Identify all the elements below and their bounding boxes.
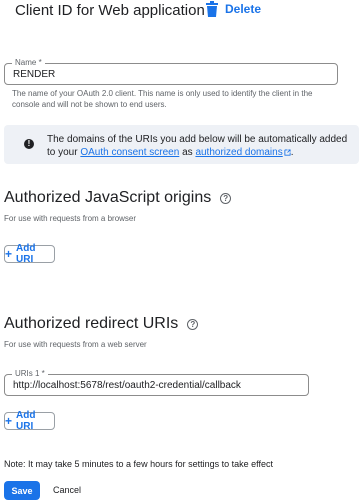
authorized-domains-link-label: authorized domains: [195, 147, 283, 158]
info-banner: ! The domains of the URIs you add below …: [4, 125, 359, 164]
info-text: The domains of the URIs you add below wi…: [47, 133, 352, 159]
name-helper-text: The name of your OAuth 2.0 client. This …: [12, 88, 312, 110]
name-helper-line-2: console and will not be shown to end use…: [12, 100, 167, 109]
add-js-origin-label: Add URI: [16, 243, 36, 265]
info-icon: !: [24, 139, 34, 149]
name-field[interactable]: Name * RENDER: [4, 58, 338, 85]
trash-icon: [206, 1, 218, 17]
redirect-uris-subtitle: For use with requests from a web server: [4, 340, 147, 349]
help-icon[interactable]: ?: [187, 318, 199, 330]
settings-note: Note: It may take 5 minutes to a few hou…: [4, 459, 273, 469]
plus-icon: +: [5, 247, 13, 261]
oauth-consent-screen-link[interactable]: OAuth consent screen: [80, 147, 179, 158]
cancel-button[interactable]: Cancel: [53, 485, 81, 495]
page-title: Client ID for Web application: [15, 2, 205, 19]
js-origins-heading: Authorized JavaScript origins ?: [4, 189, 232, 207]
external-link-icon: [284, 149, 291, 156]
redirect-uri-value[interactable]: http://localhost:5678/rest/oauth2-creden…: [13, 380, 241, 391]
js-origins-title: Authorized JavaScript origins: [4, 189, 212, 206]
plus-icon: +: [5, 414, 13, 428]
name-field-value[interactable]: RENDER: [13, 69, 55, 80]
redirect-uris-heading: Authorized redirect URIs ?: [4, 315, 199, 333]
add-redirect-uri-button[interactable]: + Add URI: [4, 410, 55, 432]
add-redirect-uri-label: Add URI: [16, 410, 36, 432]
js-origins-subtitle: For use with requests from a browser: [4, 214, 137, 223]
authorized-domains-link[interactable]: authorized domains: [195, 147, 291, 158]
delete-button[interactable]: Delete: [205, 1, 261, 17]
name-field-label: Name *: [12, 58, 45, 68]
name-helper-line-1: The name of your OAuth 2.0 client. This …: [12, 89, 313, 98]
delete-label: Delete: [225, 2, 262, 16]
info-text-middle: as: [182, 147, 193, 158]
redirect-uris-title: Authorized redirect URIs: [4, 315, 179, 332]
save-button[interactable]: Save: [4, 481, 40, 500]
info-text-suffix: .: [290, 147, 294, 158]
redirect-uri-label: URIs 1 *: [12, 369, 48, 379]
redirect-uri-field[interactable]: URIs 1 * http://localhost:5678/rest/oaut…: [4, 369, 309, 396]
add-js-origin-button[interactable]: + Add URI: [4, 243, 55, 265]
help-icon[interactable]: ?: [220, 192, 232, 204]
